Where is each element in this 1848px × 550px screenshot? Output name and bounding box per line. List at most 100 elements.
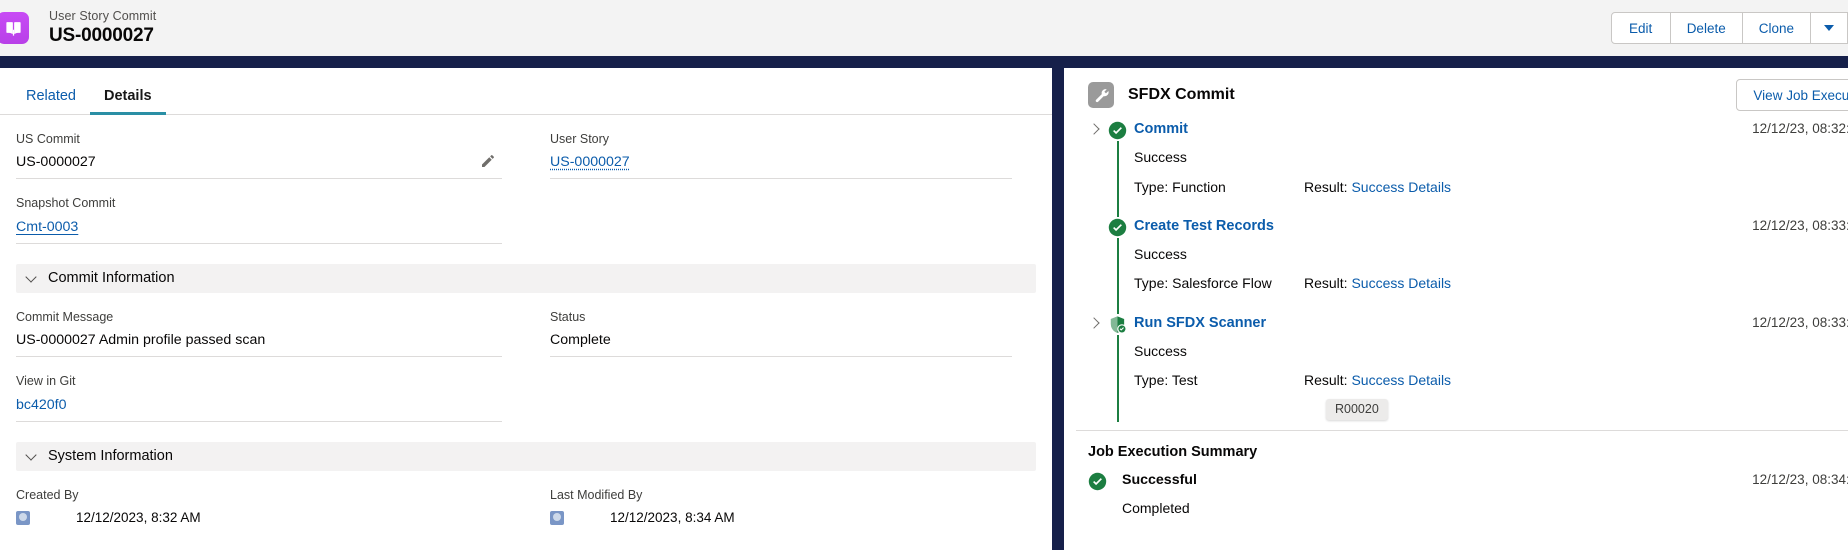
edit-button[interactable]: Edit (1610, 12, 1671, 44)
delete-button[interactable]: Delete (1669, 12, 1743, 44)
job-step-meta: Type: Test Result: Success Details (1134, 371, 1848, 389)
result-label: Result: (1304, 178, 1348, 195)
tab-details[interactable]: Details (89, 88, 166, 115)
shield-check-icon (1108, 315, 1127, 334)
field-user-story: User Story US-0000027 (550, 115, 1012, 180)
job-step-result: Result: Success Details (1304, 178, 1451, 196)
record-detail-card: Related Details US Commit US-0000027 Sna… (0, 68, 1064, 550)
created-by-date: 12/12/2023, 8:32 AM (76, 510, 201, 526)
result-tooltip-badge: R00020 (1326, 399, 1388, 421)
field-commit-message: Commit Message US-0000027 Admin profile … (16, 293, 502, 358)
job-step-create-test-records: Create Test Records 12/12/23, 08:33:21 A… (1088, 217, 1848, 314)
job-step-status: Success (1134, 246, 1187, 263)
last-modified-by-value: 12/12/2023, 8:34 AM (550, 509, 1012, 528)
record-title-block: User Story Commit US-0000027 (49, 9, 156, 47)
book-icon (0, 12, 29, 44)
navy-divider-strip (0, 56, 1848, 68)
type-label: Type: (1134, 372, 1169, 389)
field-snapshot-commit: Snapshot Commit Cmt-0003 (16, 179, 502, 244)
sfdx-commit-panel: SFDX Commit View Job Execution Commit 12… (1076, 68, 1848, 550)
job-step-name[interactable]: Create Test Records (1134, 218, 1274, 235)
view-in-git-link[interactable]: bc420f0 (16, 396, 67, 415)
clone-button[interactable]: Clone (1741, 12, 1811, 44)
snapshot-commit-link[interactable]: Cmt-0003 (16, 218, 78, 237)
tab-related[interactable]: Related (12, 88, 90, 115)
job-step-timestamp: 12/12/23, 08:33:21 AM (1752, 217, 1848, 233)
field-value: US-0000027 (16, 154, 96, 171)
detail-row-1: US Commit US-0000027 Snapshot Commit Cmt… (16, 115, 1036, 244)
job-step-type: Type: Test (1134, 371, 1304, 389)
header-action-buttons: Edit Delete Clone (1610, 12, 1848, 44)
chevron-right-icon[interactable] (1088, 318, 1101, 331)
pencil-icon[interactable] (480, 153, 496, 169)
panel-header: SFDX Commit View Job Execution (1076, 68, 1848, 120)
page-title: US-0000027 (49, 25, 154, 47)
job-step-timestamp: 12/12/23, 08:33:33 AM (1752, 314, 1848, 330)
success-details-link[interactable]: Success Details (1351, 179, 1451, 195)
job-execution-summary: Job Execution Summary Successful Complet… (1076, 431, 1848, 516)
created-by-value: 12/12/2023, 8:32 AM (16, 509, 502, 528)
detail-row-2: Commit Message US-0000027 Admin profile … (16, 293, 1036, 422)
type-value: Function (1172, 178, 1226, 195)
detail-form: US Commit US-0000027 Snapshot Commit Cmt… (0, 115, 1052, 534)
last-modified-by-date: 12/12/2023, 8:34 AM (610, 510, 735, 526)
field-label: Snapshot Commit (16, 196, 116, 211)
user-story-link[interactable]: US-0000027 (550, 153, 630, 172)
result-label: Result: (1304, 372, 1348, 389)
section-commit-information[interactable]: Commit Information (16, 263, 1036, 293)
field-view-in-git: View in Git bc420f0 (16, 357, 502, 422)
detail-col-right-3: Last Modified By 12/12/2023, 8:34 AM (526, 471, 1036, 534)
detail-tablist: Related Details (0, 68, 1052, 115)
job-step-meta: Type: Salesforce Flow Result: Success De… (1134, 274, 1848, 292)
detail-col-right-2: Status Complete (526, 293, 1036, 422)
field-value: US-0000027 Admin profile passed scan (16, 332, 266, 349)
summary-title: Job Execution Summary (1088, 444, 1258, 461)
summary-detail: Completed (1122, 500, 1190, 517)
section-title: System Information (48, 448, 173, 465)
field-spacer (550, 357, 1012, 420)
detail-col-left-3: Created By 12/12/2023, 8:32 AM (16, 471, 526, 534)
field-status: Status Complete (550, 293, 1012, 358)
avatar (16, 511, 30, 526)
step-gap (1134, 293, 1848, 312)
step-connector-line (1117, 334, 1119, 423)
type-value: Test (1171, 372, 1198, 389)
success-details-link[interactable]: Success Details (1351, 372, 1451, 388)
job-step-type: Type: Salesforce Flow (1134, 274, 1304, 292)
chevron-right-icon[interactable] (1088, 124, 1101, 137)
summary-row: Successful Completed 12/12/23, 08:34:14 … (1088, 472, 1848, 516)
type-label: Type: (1134, 178, 1169, 195)
field-label: User Story (550, 132, 610, 146)
job-step-name[interactable]: Commit (1134, 121, 1188, 138)
wrench-icon (1088, 82, 1114, 108)
job-step-status: Success (1134, 342, 1187, 359)
field-label: Status (550, 309, 586, 324)
success-check-icon (1088, 472, 1107, 491)
job-steps-list: Commit 12/12/23, 08:32:58 AM Success Typ… (1076, 120, 1848, 423)
type-value: Salesforce Flow (1172, 275, 1272, 292)
field-label: US Commit (16, 132, 80, 146)
success-check-icon (1108, 121, 1127, 140)
step-connector-line (1117, 237, 1119, 314)
job-step-status: Success (1134, 149, 1187, 166)
more-actions-button[interactable] (1810, 12, 1848, 44)
job-step-run-sfdx-scanner: Run SFDX Scanner 12/12/23, 08:33:33 AM S… (1088, 314, 1848, 423)
step-connector-line (1117, 141, 1119, 217)
step-gap (1134, 196, 1848, 215)
avatar (550, 511, 564, 526)
section-system-information[interactable]: System Information (16, 441, 1036, 471)
record-header: User Story Commit US-0000027 Edit Delete… (0, 0, 1848, 56)
summary-timestamp: 12/12/23, 08:34:14 AM (1752, 472, 1848, 488)
panel-title: SFDX Commit (1128, 86, 1235, 103)
job-step-meta: Type: Function Result: Success Details (1134, 178, 1848, 196)
field-last-modified-by: Last Modified By 12/12/2023, 8:34 AM (550, 471, 1012, 534)
detail-row-3: Created By 12/12/2023, 8:32 AM Last Modi… (16, 471, 1036, 534)
job-step-name[interactable]: Run SFDX Scanner (1134, 315, 1266, 332)
result-label: Result: (1304, 275, 1348, 292)
type-label: Type: (1134, 275, 1169, 292)
view-job-execution-button[interactable]: View Job Execution (1736, 79, 1848, 111)
success-details-link[interactable]: Success Details (1351, 275, 1451, 291)
record-type-label: User Story Commit (49, 8, 157, 23)
chevron-down-icon (26, 450, 38, 462)
job-step-type: Type: Function (1134, 178, 1304, 196)
